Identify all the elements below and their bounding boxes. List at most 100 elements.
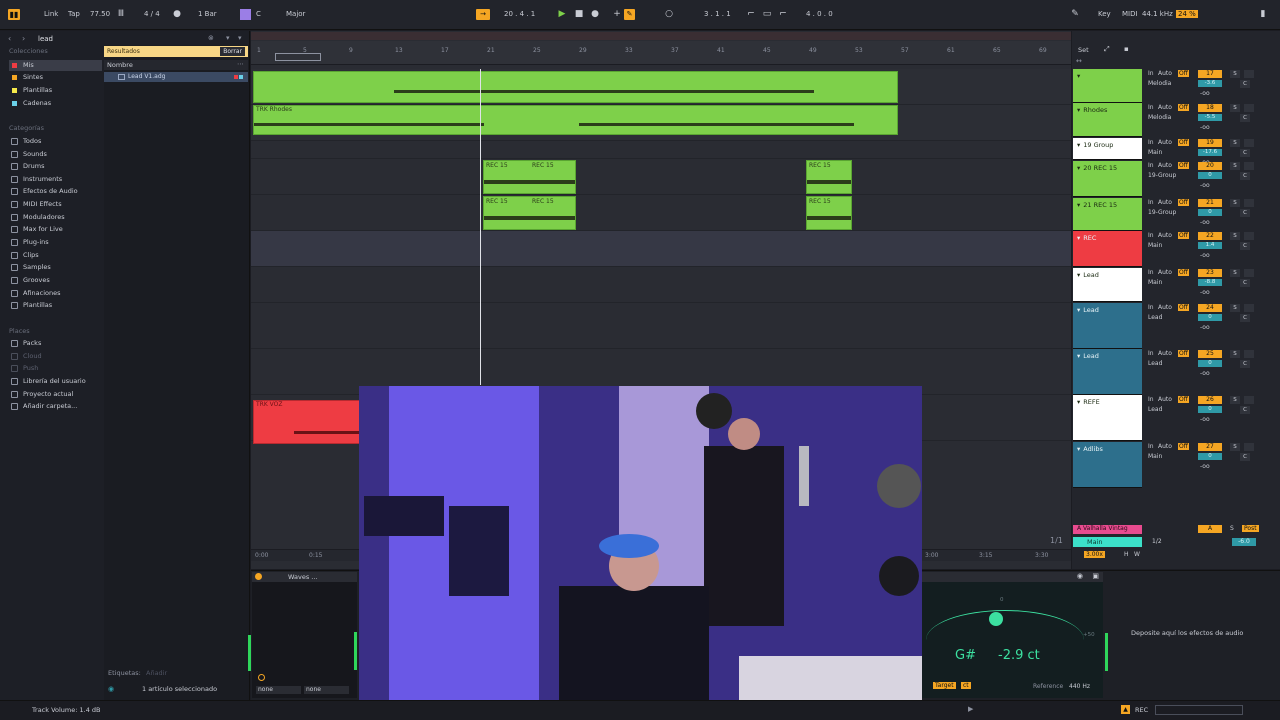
output-routing-select[interactable]: Melodia — [1148, 114, 1171, 121]
volume-field[interactable]: 0 — [1198, 453, 1222, 460]
audio-clip[interactable]: REC 15 REC 15 — [483, 160, 576, 194]
metronome-icon[interactable]: Ⅲ — [116, 9, 126, 19]
loop-length[interactable]: 4 . 0 . 0 — [806, 10, 833, 18]
track-number-button[interactable]: 24 — [1198, 304, 1222, 312]
send-value[interactable]: -oo — [1200, 124, 1210, 131]
view-options-icon[interactable]: ▾ — [238, 34, 242, 42]
arm-button[interactable] — [1244, 304, 1254, 312]
result-item[interactable]: Lead V1.adg — [104, 72, 248, 82]
scale-select[interactable]: Major — [286, 10, 305, 18]
input-monitor-auto[interactable]: Auto — [1158, 443, 1172, 450]
input-monitor-auto[interactable]: Auto — [1158, 304, 1172, 311]
track-lane[interactable] — [251, 159, 1071, 195]
midi-clip-vocal[interactable]: TRK VOZ — [253, 400, 361, 444]
category-item-drums[interactable]: Drums — [9, 161, 45, 172]
width-toggle[interactable]: W — [1134, 551, 1140, 558]
overdub-icon[interactable]: + — [612, 9, 622, 19]
save-icon[interactable]: ▪ — [1124, 45, 1129, 53]
solo-button[interactable]: S — [1230, 139, 1240, 147]
tap-button[interactable]: Tap — [68, 10, 80, 18]
output-routing-select[interactable]: Main — [1148, 453, 1162, 460]
height-toggle[interactable]: H — [1124, 551, 1129, 558]
input-monitor-off[interactable]: Off — [1178, 269, 1189, 276]
search-input[interactable]: lead — [38, 35, 53, 43]
track-header[interactable]: ▾ REFE — [1073, 395, 1142, 441]
fold-icon[interactable]: ▾ — [1077, 306, 1080, 314]
loop-icon[interactable]: ○ — [664, 9, 674, 19]
place-item-add-folder[interactable]: Añadir carpeta... — [9, 401, 77, 412]
send-value[interactable]: -oo — [1200, 324, 1210, 331]
fold-icon[interactable]: ▾ — [1077, 106, 1080, 114]
input-monitor-in[interactable]: In — [1148, 396, 1154, 403]
record-icon[interactable]: ● — [590, 9, 600, 19]
pan-center-button[interactable]: C — [1240, 114, 1250, 122]
category-item-todos[interactable]: Todos — [9, 136, 41, 147]
arm-button[interactable] — [1244, 269, 1254, 277]
output-routing-select[interactable]: Lead — [1148, 314, 1162, 321]
track-lane[interactable] — [251, 195, 1071, 231]
reference-value[interactable]: 440 Hz — [1069, 683, 1090, 690]
input-monitor-in[interactable]: In — [1148, 232, 1154, 239]
name-column-header[interactable]: Nombre ⋯ — [104, 60, 248, 70]
track-header[interactable]: ▾ REC — [1073, 231, 1142, 267]
collection-item-sintes[interactable]: Sintes — [9, 72, 102, 83]
draw-mode-icon[interactable]: ✎ — [1070, 9, 1080, 19]
nav-arrows-icon[interactable]: ↔ — [1076, 57, 1082, 65]
target-button[interactable]: Target — [933, 682, 956, 689]
solo-button[interactable]: S — [1230, 304, 1240, 312]
send-value[interactable]: -oo — [1200, 219, 1210, 226]
arm-button[interactable] — [1244, 70, 1254, 78]
volume-field[interactable]: 1.4 — [1198, 242, 1222, 249]
track-header[interactable]: ▾ Lead — [1073, 349, 1142, 395]
output-routing-select[interactable]: 19-Group — [1148, 209, 1176, 216]
input-monitor-auto[interactable]: Auto — [1158, 104, 1172, 111]
midi-clip-rhodes[interactable]: TRK Rhodes — [253, 105, 898, 135]
output-routing-select[interactable]: Main — [1148, 242, 1162, 249]
arm-button[interactable] — [1244, 396, 1254, 404]
track-number-button[interactable]: 20 — [1198, 162, 1222, 170]
audio-clip[interactable]: REC 15 — [806, 196, 852, 230]
input-monitor-off[interactable]: Off — [1178, 232, 1189, 239]
pan-center-button[interactable]: C — [1240, 242, 1250, 250]
volume-field[interactable]: -3.6 — [1198, 80, 1222, 87]
scale-toggle[interactable] — [240, 9, 251, 20]
input-monitor-auto[interactable]: Auto — [1158, 70, 1172, 77]
output-routing-select[interactable]: 19-Group — [1148, 172, 1176, 179]
track-lane[interactable] — [251, 141, 1071, 159]
arm-button[interactable] — [1244, 199, 1254, 207]
output-routing-select[interactable]: Lead — [1148, 360, 1162, 367]
loop-start[interactable]: 3 . 1 . 1 — [704, 10, 731, 18]
input-monitor-in[interactable]: In — [1148, 443, 1154, 450]
volume-field[interactable]: -17.6 — [1198, 149, 1222, 156]
input-monitor-in[interactable]: In — [1148, 269, 1154, 276]
pan-center-button[interactable]: C — [1240, 80, 1250, 88]
track-number-button[interactable]: 18 — [1198, 104, 1222, 112]
category-item-grooves[interactable]: Grooves — [9, 275, 50, 286]
solo-button[interactable]: S — [1230, 232, 1240, 240]
clear-search-icon[interactable]: ⊗ — [208, 34, 214, 42]
fold-icon[interactable]: ▾ — [1077, 141, 1080, 149]
fold-icon[interactable]: ▾ — [1077, 271, 1080, 279]
send-value[interactable]: -oo — [1200, 416, 1210, 423]
send-value[interactable]: -oo — [1200, 182, 1210, 189]
track-header[interactable]: ▾ 21 REC 15 — [1073, 198, 1142, 231]
category-item-plugins[interactable]: Plug-ins — [9, 237, 49, 248]
pan-center-button[interactable]: C — [1240, 172, 1250, 180]
track-number-button[interactable]: 23 — [1198, 269, 1222, 277]
input-monitor-auto[interactable]: Auto — [1158, 139, 1172, 146]
collection-item-plantillas[interactable]: Plantillas — [9, 85, 102, 96]
input-monitor-off[interactable]: Off — [1178, 199, 1189, 206]
track-header[interactable]: ▾ Lead — [1073, 303, 1142, 349]
fold-icon[interactable]: ▾ — [1077, 352, 1080, 360]
input-monitor-off[interactable]: Off — [1178, 396, 1189, 403]
pan-center-button[interactable]: C — [1240, 314, 1250, 322]
input-monitor-in[interactable]: In — [1148, 104, 1154, 111]
place-item-user-library[interactable]: Librería del usuario — [9, 376, 86, 387]
category-item-audio-effects[interactable]: Efectos de Audio — [9, 186, 78, 197]
input-monitor-auto[interactable]: Auto — [1158, 162, 1172, 169]
solo-button[interactable]: S — [1230, 396, 1240, 404]
more-options-icon[interactable]: ⋯ — [237, 60, 244, 68]
input-monitor-in[interactable]: In — [1148, 162, 1154, 169]
sidechain-select[interactable]: none — [256, 686, 301, 694]
time-signature[interactable]: 4 / 4 — [144, 10, 160, 18]
